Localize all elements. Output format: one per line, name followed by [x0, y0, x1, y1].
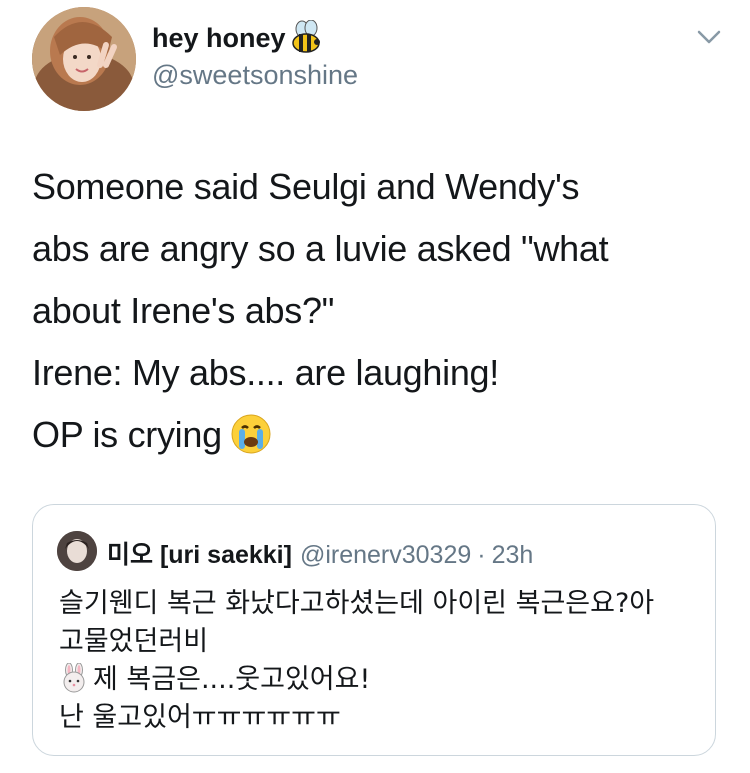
tweet-line-text: OP is crying: [32, 414, 222, 455]
chevron-down-icon[interactable]: [696, 28, 722, 46]
tweet-line: abs are angry so a luvie asked "what: [32, 228, 609, 269]
tweet-line: Irene: My abs.... are laughing!: [32, 352, 499, 393]
author-avatar[interactable]: [32, 7, 136, 111]
rabbit-icon: [59, 662, 89, 693]
crying-face-icon: [230, 412, 272, 454]
quoted-author-avatar: [57, 531, 97, 571]
quoted-line-text: 제 복금은....웃고있어요!: [93, 664, 371, 695]
quoted-header: 미오 [uri saekki] @irenerv30329 · 23h: [107, 535, 533, 571]
author-handle[interactable]: @sweetsonshine: [152, 60, 358, 91]
quoted-time: 23h: [491, 541, 534, 569]
author-display-name[interactable]: hey honey: [152, 19, 324, 56]
quoted-line: 난 울고있어ㅠㅠㅠㅠㅠㅠ: [59, 702, 341, 733]
quoted-display-name: 미오 [uri saekki]: [107, 541, 292, 569]
quoted-line: 슬기웬디 복근 화났다고하셨는데 아이린 복근은요?아: [59, 588, 655, 619]
tweet-line-last: OP is crying: [32, 404, 722, 466]
quoted-text: 슬기웬디 복근 화났다고하셨는데 아이린 복근은요?아 고물었던러비 제 복금은…: [59, 585, 699, 737]
display-name-text: hey honey: [152, 22, 286, 53]
bee-icon: [288, 19, 324, 56]
tweet-line: Someone said Seulgi and Wendy's: [32, 166, 580, 207]
tweet-line: about Irene's abs?": [32, 290, 335, 331]
separator-dot: ·: [477, 541, 486, 569]
quoted-tweet[interactable]: 미오 [uri saekki] @irenerv30329 · 23h 슬기웬디…: [32, 504, 716, 756]
quoted-line: 고물었던러비: [59, 626, 209, 657]
quoted-line-with-emoji: 제 복금은....웃고있어요!: [59, 661, 699, 699]
quoted-handle: @irenerv30329: [299, 541, 472, 569]
tweet-card: hey honey @sweetsonshine Someone said Se…: [0, 0, 750, 773]
avatar-image: [32, 7, 136, 111]
tweet-text: Someone said Seulgi and Wendy's abs are …: [32, 156, 722, 466]
